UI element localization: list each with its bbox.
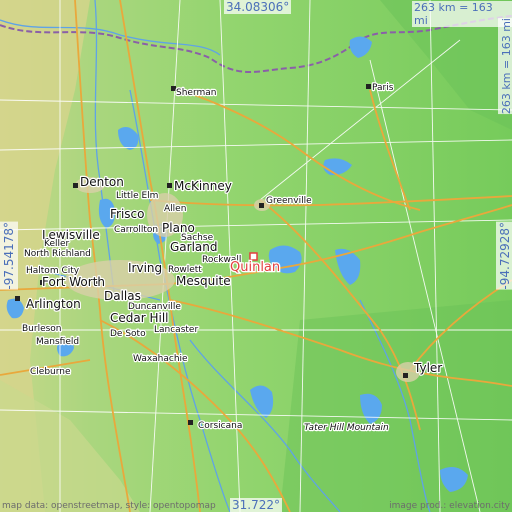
label-paris: Paris [372, 83, 394, 93]
label-de-soto: De Soto [110, 329, 146, 339]
topographic-map: Denton McKinney Little Elm Frisco Allen … [0, 0, 512, 512]
label-carrollton: Carrollton [114, 225, 158, 235]
label-cleburne: Cleburne [30, 367, 71, 377]
arlington-marker [15, 296, 20, 301]
label-tyler: Tyler [413, 361, 442, 375]
east-lowlands [280, 300, 512, 512]
label-tater-hill-mountain: Tater Hill Mountain [304, 423, 389, 433]
map-credit-left: map data: openstreetmap, style: opentopo… [2, 501, 216, 511]
label-little-elm: Little Elm [116, 191, 158, 201]
quinlan-marker [249, 252, 258, 261]
label-burleson: Burleson [22, 324, 62, 334]
label-mansfield: Mansfield [36, 337, 79, 347]
label-cedar-hill: Cedar Hill [110, 311, 169, 325]
denton-marker [73, 183, 78, 188]
mckinney-marker [167, 183, 172, 188]
east-coordinate: -94.72928° [496, 222, 512, 290]
label-fort-worth: Fort Worth [42, 275, 105, 289]
map-credit-right: image prod.: elevation.city [389, 501, 510, 511]
label-corsicana: Corsicana [198, 421, 242, 431]
label-allen: Allen [164, 204, 186, 214]
label-arlington: Arlington [26, 297, 81, 311]
label-quinlan: Quinlan [230, 260, 280, 275]
paris-marker [366, 84, 371, 89]
label-sherman: Sherman [176, 88, 216, 98]
label-mckinney: McKinney [174, 179, 232, 193]
scale-top: 263 km = 163 mi [412, 1, 512, 27]
label-denton: Denton [80, 175, 124, 189]
label-duncanville: Duncanville [128, 302, 181, 312]
label-north-richland: North Richland [24, 249, 91, 259]
south-coordinate: 31.722° [230, 498, 282, 512]
tyler-marker [403, 373, 408, 378]
scale-right: 263 km = 163 mi [498, 18, 512, 115]
label-dallas: Dallas [104, 289, 141, 303]
label-waxahachie: Waxahachie [133, 354, 188, 364]
label-greenville: Greenville [266, 196, 312, 206]
label-garland: Garland [170, 240, 218, 254]
west-coordinate: -97.54178° [0, 222, 18, 290]
label-frisco: Frisco [110, 207, 145, 221]
label-irving: Irving [128, 261, 162, 275]
label-lancaster: Lancaster [154, 325, 198, 335]
north-coordinate: 34.08306° [224, 0, 292, 14]
greenville-marker [259, 203, 264, 208]
corsicana-marker [188, 420, 193, 425]
label-keller: Keller [44, 239, 70, 249]
label-mesquite: Mesquite [176, 274, 231, 288]
